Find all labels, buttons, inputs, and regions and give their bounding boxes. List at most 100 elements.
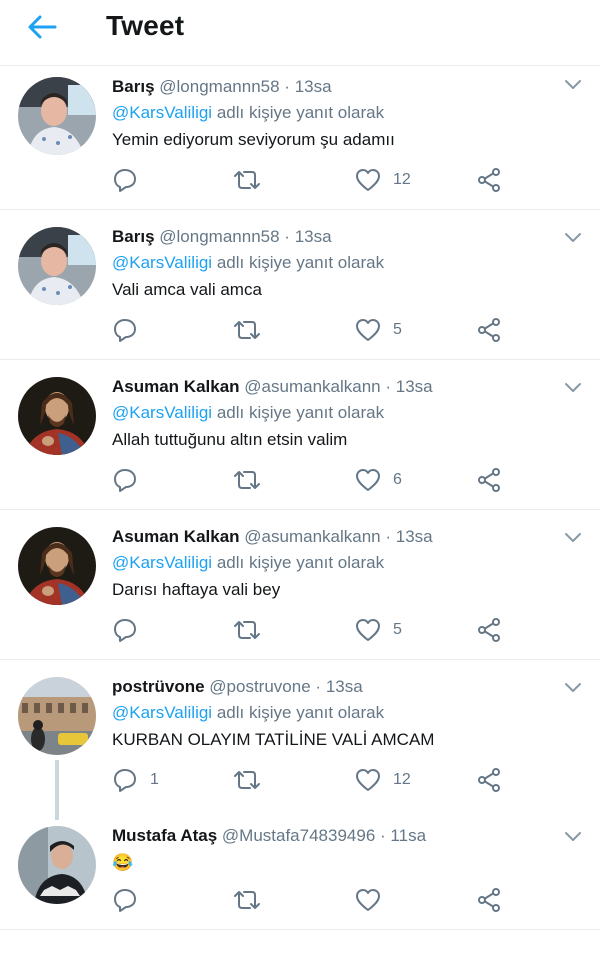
mention-link[interactable]: @KarsValiligi [112, 703, 212, 722]
avatar[interactable] [18, 227, 96, 305]
reply-context: @KarsValiligi adlı kişiye yanıt olarak [112, 253, 550, 273]
mention-link[interactable]: @KarsValiligi [112, 403, 212, 422]
tweet-text: 😂 [112, 853, 134, 872]
tweet-content: Asuman Kalkan @asumankalkann · 13sa @Kar… [112, 377, 550, 451]
author-name[interactable]: Mustafa Ataş [112, 826, 217, 845]
reply-button[interactable] [112, 165, 150, 195]
tweet-actions: 5 [112, 615, 502, 645]
tweet-text: Vali amca vali amca [112, 280, 262, 299]
retweet-button[interactable] [232, 615, 262, 645]
retweet-button[interactable] [232, 465, 262, 495]
back-button[interactable] [22, 10, 62, 44]
tweet-item[interactable]: Barış @longmannn58 · 13sa @KarsValiligi … [0, 67, 600, 210]
like-count: 5 [393, 321, 402, 338]
tweet-time[interactable]: 13sa [295, 77, 332, 96]
tweet-time[interactable]: 13sa [326, 677, 363, 696]
separator-dot: · [315, 677, 322, 696]
author-name[interactable]: postrüvone [112, 677, 205, 696]
author-name[interactable]: Asuman Kalkan [112, 377, 240, 396]
reply-button[interactable] [112, 315, 150, 345]
reply-prefix: adlı kişiye yanıt olarak [216, 253, 385, 272]
author-name[interactable]: Asuman Kalkan [112, 527, 240, 546]
reply-context: @KarsValiligi adlı kişiye yanıt olarak [112, 103, 550, 123]
tweet-item[interactable]: Mustafa Ataş @Mustafa74839496 · 11sa 😂 [0, 810, 600, 930]
reply-icon [114, 769, 136, 792]
chevron-down-icon[interactable] [562, 73, 584, 95]
reply-button[interactable] [112, 465, 150, 495]
tweet-content: Barış @longmannn58 · 13sa @KarsValiligi … [112, 227, 550, 301]
tweet-actions: 6 [112, 465, 502, 495]
share-icon [478, 618, 500, 642]
tweet-header: Mustafa Ataş @Mustafa74839496 · 11sa [112, 826, 550, 846]
tweet-actions: 12 [112, 165, 502, 195]
retweet-button[interactable] [232, 315, 262, 345]
separator-dot: · [385, 527, 392, 546]
mention-link[interactable]: @KarsValiligi [112, 103, 212, 122]
avatar[interactable] [18, 677, 96, 755]
app-header: Tweet [0, 0, 600, 66]
tweet-item[interactable]: Asuman Kalkan @asumankalkann · 13sa @Kar… [0, 510, 600, 660]
tweet-item[interactable]: Asuman Kalkan @asumankalkann · 13sa @Kar… [0, 360, 600, 510]
author-handle[interactable]: @longmannn58 [159, 227, 279, 246]
chevron-down-icon[interactable] [562, 526, 584, 548]
retweet-button[interactable] [232, 885, 262, 915]
retweet-icon [234, 171, 260, 189]
share-icon [478, 468, 500, 492]
author-handle[interactable]: @longmannn58 [159, 77, 279, 96]
avatar[interactable] [18, 527, 96, 605]
page-title: Tweet [106, 10, 185, 41]
chevron-down-icon[interactable] [562, 226, 584, 248]
share-icon [478, 168, 500, 192]
author-handle[interactable]: @asumankalkann [244, 527, 380, 546]
reply-button[interactable] [112, 615, 150, 645]
avatar[interactable] [18, 377, 96, 455]
retweet-icon [234, 321, 260, 339]
author-name[interactable]: Barış [112, 227, 155, 246]
like-icon [356, 469, 380, 491]
reply-context: @KarsValiligi adlı kişiye yanıt olarak [112, 403, 550, 423]
tweet-item[interactable]: Barış @longmannn58 · 13sa @KarsValiligi … [0, 210, 600, 360]
share-button[interactable] [476, 885, 502, 915]
author-handle[interactable]: @Mustafa74839496 [222, 826, 375, 845]
chevron-down-icon[interactable] [562, 676, 584, 698]
tweet-text: Darısı haftaya vali bey [112, 580, 281, 599]
avatar[interactable] [18, 826, 96, 904]
author-name[interactable]: Barış [112, 77, 155, 96]
chevron-down-icon[interactable] [562, 376, 584, 398]
like-button[interactable]: 12 [355, 765, 411, 795]
reply-context: @KarsValiligi adlı kişiye yanıt olarak [112, 703, 550, 723]
like-button[interactable]: 5 [355, 615, 402, 645]
like-count: 12 [393, 171, 411, 188]
like-button[interactable]: 5 [355, 315, 402, 345]
share-button[interactable] [476, 615, 502, 645]
reply-button[interactable] [112, 885, 150, 915]
mention-link[interactable]: @KarsValiligi [112, 553, 212, 572]
tweet-time[interactable]: 13sa [396, 527, 433, 546]
share-button[interactable] [476, 765, 502, 795]
author-handle[interactable]: @postruvone [209, 677, 310, 696]
share-button[interactable] [476, 465, 502, 495]
share-button[interactable] [476, 315, 502, 345]
like-button[interactable]: 6 [355, 465, 402, 495]
retweet-button[interactable] [232, 165, 262, 195]
back-arrow-icon [28, 15, 57, 39]
tweet-item[interactable]: postrüvone @postruvone · 13sa @KarsValil… [0, 660, 600, 810]
mention-link[interactable]: @KarsValiligi [112, 253, 212, 272]
reply-prefix: adlı kişiye yanıt olarak [216, 103, 385, 122]
author-handle[interactable]: @asumankalkann [244, 377, 380, 396]
chevron-down-icon[interactable] [562, 825, 584, 847]
tweet-time[interactable]: 13sa [295, 227, 332, 246]
tweet-content: Mustafa Ataş @Mustafa74839496 · 11sa 😂 [112, 826, 550, 874]
reply-icon [114, 619, 136, 642]
tweet-time[interactable]: 13sa [396, 377, 433, 396]
tweet-content: postrüvone @postruvone · 13sa @KarsValil… [112, 677, 550, 751]
avatar[interactable] [18, 77, 96, 155]
tweet-content: Barış @longmannn58 · 13sa @KarsValiligi … [112, 77, 550, 151]
like-button[interactable] [355, 885, 393, 915]
retweet-icon [234, 471, 260, 489]
reply-button[interactable]: 1 [112, 765, 159, 795]
like-button[interactable]: 12 [355, 165, 411, 195]
share-button[interactable] [476, 165, 502, 195]
tweet-time[interactable]: 11sa [390, 826, 426, 845]
retweet-button[interactable] [232, 765, 262, 795]
